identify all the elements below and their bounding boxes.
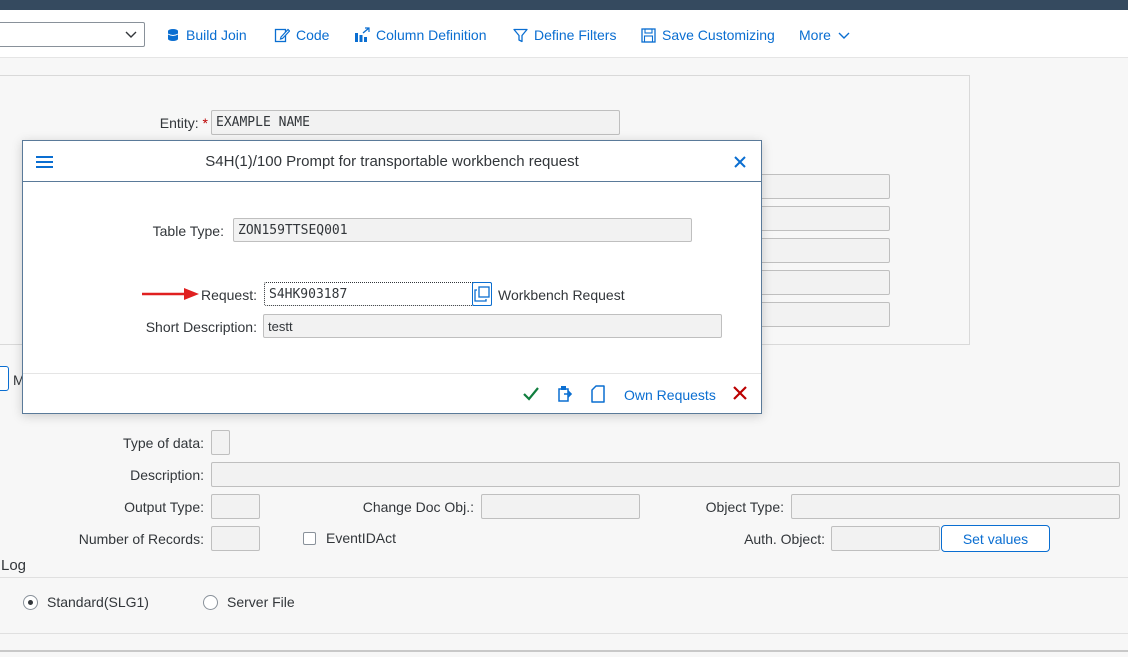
- create-request-icon[interactable]: [556, 385, 574, 403]
- dialog-title: S4H(1)/100 Prompt for transportable work…: [205, 153, 579, 170]
- type-of-data-field[interactable]: [211, 430, 230, 455]
- save-icon: [641, 27, 656, 43]
- cancel-icon[interactable]: [733, 386, 747, 400]
- set-values-button[interactable]: Set values: [941, 525, 1050, 552]
- request-label: Request:: [200, 287, 257, 303]
- output-type-label: Output Type:: [124, 499, 204, 515]
- request-value-help-button[interactable]: [472, 282, 492, 306]
- log-title: Log: [1, 557, 27, 574]
- build-join-button[interactable]: Build Join: [166, 24, 247, 46]
- column-settings-icon: [355, 27, 370, 42]
- change-doc-label: Change Doc Obj.:: [362, 499, 474, 515]
- entity-value: EXAMPLE NAME: [216, 115, 310, 130]
- chevron-down-icon: [125, 31, 137, 38]
- required-mark: *: [202, 115, 208, 131]
- table-type-label: Table Type:: [152, 223, 224, 239]
- short-description-field[interactable]: testt: [263, 314, 722, 338]
- log-server-file-radio[interactable]: [203, 595, 218, 610]
- close-icon[interactable]: [734, 156, 746, 168]
- short-description-label: Short Description:: [145, 319, 257, 335]
- chevron-down-icon: [838, 32, 850, 39]
- value-help-icon: [474, 286, 490, 302]
- request-type-text: Workbench Request: [498, 287, 625, 303]
- filter-icon: [513, 28, 528, 42]
- auth-object-field[interactable]: [831, 526, 940, 551]
- more-label: More: [799, 27, 831, 43]
- request-field[interactable]: S4HK903187: [264, 282, 492, 306]
- request-value: S4HK903187: [269, 286, 348, 302]
- own-requests-link[interactable]: Own Requests: [624, 387, 716, 403]
- output-type-field[interactable]: [211, 494, 260, 519]
- partial-button[interactable]: [0, 366, 9, 391]
- entity-field[interactable]: EXAMPLE NAME: [211, 110, 620, 135]
- auth-object-label: Auth. Object:: [744, 531, 825, 547]
- num-records-label: Number of Records:: [78, 531, 204, 547]
- define-filters-label: Define Filters: [534, 27, 617, 43]
- column-definition-button[interactable]: Column Definition: [354, 24, 487, 46]
- set-values-label: Set values: [962, 530, 1029, 547]
- change-doc-field[interactable]: [481, 494, 640, 519]
- background-field-1[interactable]: [760, 174, 890, 199]
- dialog-header: S4H(1)/100 Prompt for transportable work…: [23, 141, 761, 182]
- application-toolbar: Build Join Code Column Definition Define…: [0, 10, 1128, 58]
- code-button[interactable]: Code: [274, 24, 329, 46]
- column-definition-label: Column Definition: [376, 27, 487, 43]
- footer-divider: [0, 650, 1128, 652]
- description-label: Description:: [130, 467, 204, 483]
- transport-request-dialog: S4H(1)/100 Prompt for transportable work…: [22, 140, 762, 414]
- event-id-label: EventIDAct: [326, 530, 397, 546]
- background-field-3[interactable]: [760, 238, 890, 263]
- table-type-value: ZON159TTSEQ001: [238, 222, 348, 238]
- background-field-4[interactable]: [760, 270, 890, 295]
- save-customizing-label: Save Customizing: [662, 27, 775, 43]
- entity-label: Entity: *: [159, 115, 208, 131]
- document-icon[interactable]: [591, 385, 605, 403]
- save-customizing-button[interactable]: Save Customizing: [641, 24, 775, 46]
- toolbar-dropdown[interactable]: [0, 22, 145, 47]
- code-label: Code: [296, 27, 330, 43]
- object-type-label: Object Type:: [705, 499, 784, 515]
- build-join-label: Build Join: [186, 27, 247, 43]
- edit-icon: [274, 28, 290, 43]
- num-records-field[interactable]: [211, 526, 260, 551]
- short-description-value: testt: [268, 318, 293, 334]
- object-type-field[interactable]: [791, 494, 1120, 519]
- log-standard-radio[interactable]: [23, 595, 38, 610]
- table-type-field[interactable]: ZON159TTSEQ001: [233, 218, 692, 242]
- background-field-2[interactable]: [760, 206, 890, 231]
- log-server-file-label: Server File: [227, 594, 295, 610]
- log-standard-label: Standard(SLG1): [47, 594, 149, 610]
- background-field-5[interactable]: [760, 302, 890, 327]
- dialog-footer: Own Requests: [23, 373, 761, 414]
- define-filters-button[interactable]: Define Filters: [513, 24, 616, 46]
- shell-bar: [0, 0, 1128, 10]
- more-button[interactable]: More: [799, 24, 851, 46]
- description-field[interactable]: [211, 462, 1120, 487]
- event-id-checkbox[interactable]: [303, 532, 316, 545]
- type-of-data-label: Type of data:: [123, 435, 204, 451]
- confirm-check-icon[interactable]: [523, 386, 539, 401]
- log-group: [0, 577, 1128, 634]
- database-icon: [167, 29, 179, 41]
